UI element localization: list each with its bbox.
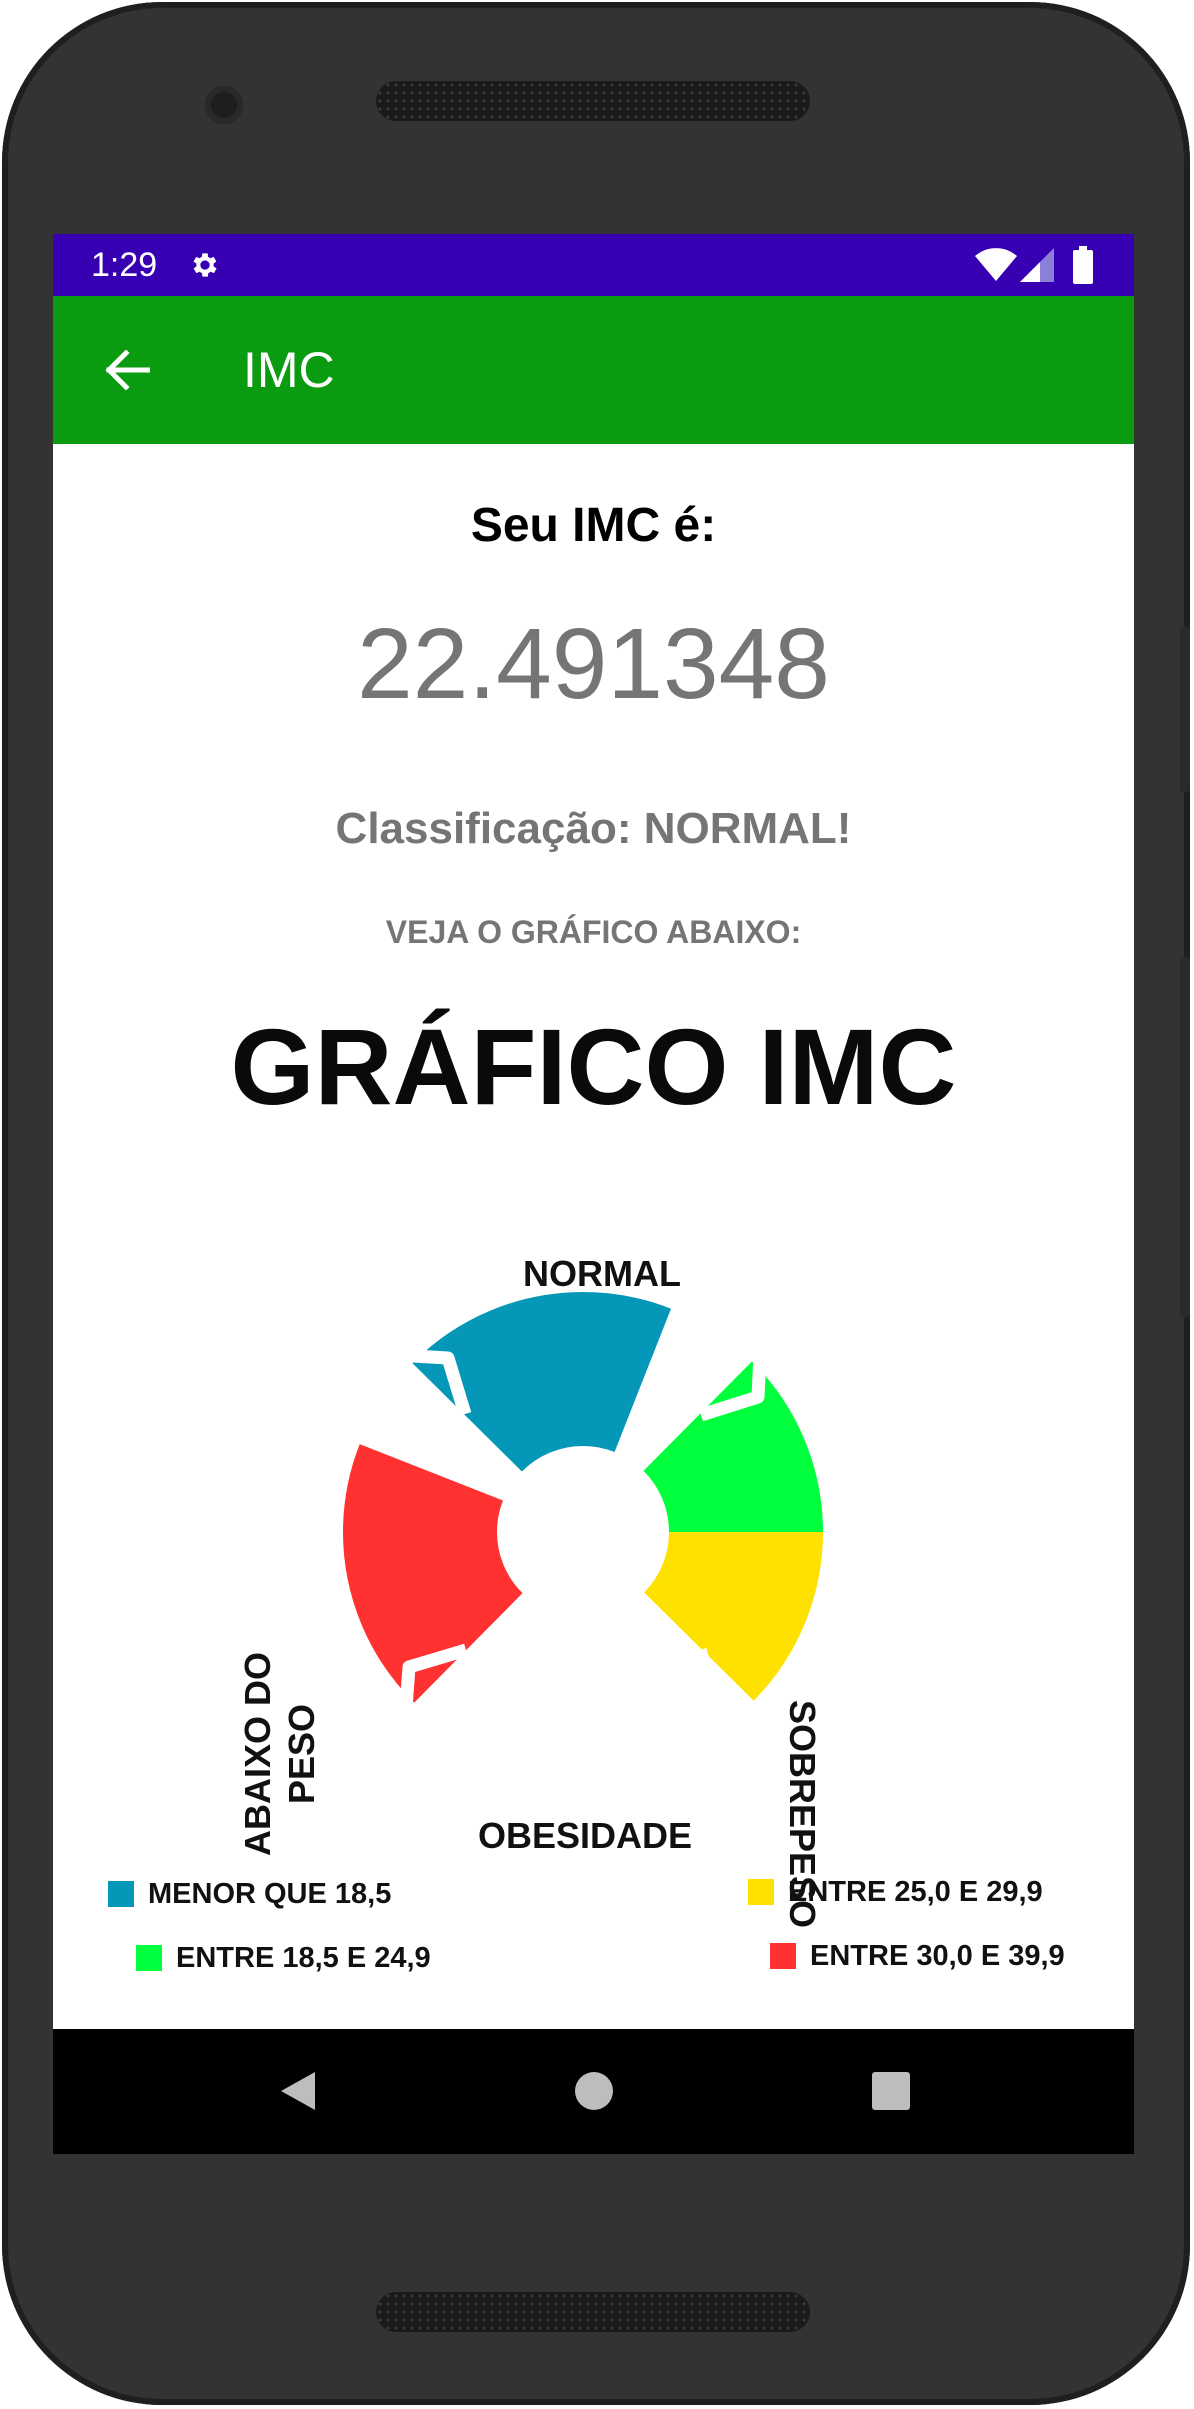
nav-home-button[interactable] (552, 2049, 636, 2133)
navigation-bar (53, 2029, 1134, 2154)
legend-item-obesidade: ENTRE 30,0 E 39,9 (770, 1938, 1065, 1974)
segment-label-abaixo-do-peso: ABAIXO DO PESO (236, 1652, 324, 1856)
screen: 1:29 IMC Seu IMC é: 22.491348 Classifica… (53, 234, 1134, 2154)
legend-label: ENTRE 30,0 E 39,9 (810, 1940, 1065, 1972)
legend-item-normal: ENTRE 18,5 E 24,9 (136, 1940, 431, 1976)
imc-chart-image: GRÁFICO IMC NORMAL SOBREPESO OBESIDADE A… (53, 1004, 1134, 2029)
segment-label-abaixo-line1: ABAIXO DO (237, 1651, 278, 1856)
legend-swatch (136, 1945, 162, 1971)
segment-gap-bottom-left (397, 1643, 468, 1736)
legend-label: ENTRE 25,0 E 29,9 (788, 1876, 1043, 1908)
back-triangle-icon (281, 2072, 315, 2110)
front-camera (205, 86, 243, 124)
status-time: 1:29 (91, 246, 158, 284)
settings-gear-icon (193, 253, 217, 277)
legend-item-abaixo: MENOR QUE 18,5 (108, 1876, 391, 1912)
nav-recents-button[interactable] (849, 2049, 933, 2133)
imc-heading: Seu IMC é: (470, 499, 717, 552)
earpiece-speaker (376, 81, 810, 121)
legend-swatch (108, 1881, 134, 1907)
chart-instruction: VEJA O GRÁFICO ABAIXO: (385, 914, 802, 950)
app-bar: IMC (53, 296, 1134, 444)
segment-gap-top-left (379, 1347, 472, 1416)
arrow-left-icon (105, 350, 150, 390)
segment-label-normal: NORMAL (523, 1253, 681, 1294)
volume-button (1180, 627, 1190, 792)
segment-label-abaixo-line2: PESO (281, 1703, 322, 1805)
back-button[interactable] (81, 324, 173, 416)
nav-back-button[interactable] (255, 2049, 339, 2133)
cell-signal-icon (1020, 248, 1054, 282)
imc-value: 22.491348 (357, 608, 830, 720)
app-title: IMC (243, 342, 335, 398)
battery-icon (1073, 246, 1093, 284)
classification-text: Classificação: NORMAL! (335, 804, 852, 853)
legend-swatch (748, 1879, 774, 1905)
home-circle-icon (575, 2072, 613, 2110)
legend-swatch (770, 1943, 796, 1969)
legend-label: ENTRE 18,5 E 24,9 (176, 1942, 431, 1974)
bottom-speaker (376, 2292, 810, 2332)
legend-label: MENOR QUE 18,5 (148, 1878, 392, 1910)
content: Seu IMC é: 22.491348 Classificação: NORM… (53, 444, 1134, 2029)
legend-item-sobrepeso: ENTRE 25,0 E 29,9 (748, 1874, 1043, 1910)
power-button (1180, 957, 1190, 1317)
status-bar: 1:29 (53, 234, 1134, 296)
phone-frame: 1:29 IMC Seu IMC é: 22.491348 Classifica… (2, 2, 1190, 2405)
recents-square-icon (872, 2072, 910, 2110)
wifi-icon (975, 248, 1017, 281)
segment-label-obesidade: OBESIDADE (478, 1815, 693, 1856)
